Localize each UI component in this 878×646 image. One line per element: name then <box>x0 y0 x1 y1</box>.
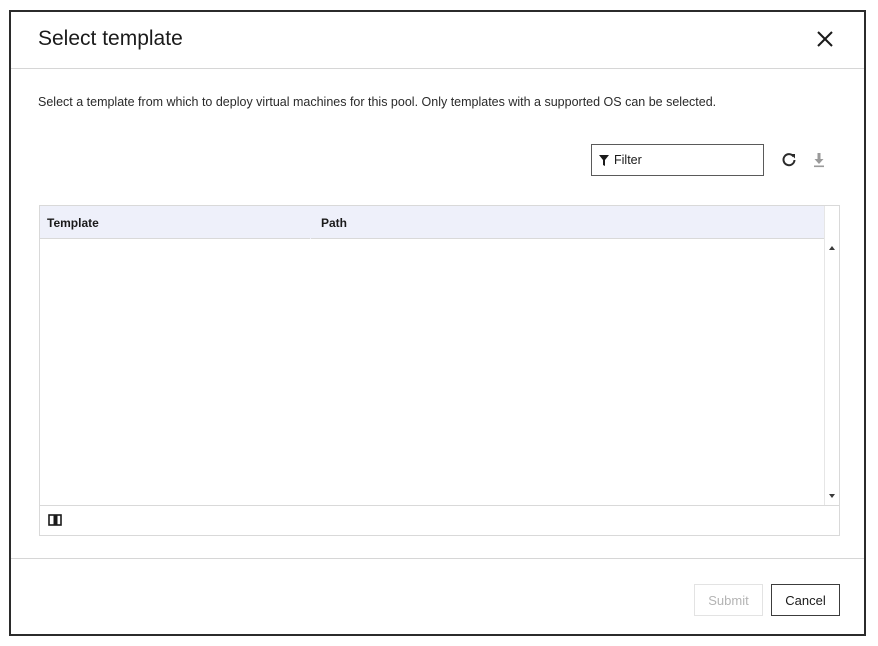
download-icon <box>814 153 824 168</box>
dialog-title: Select template <box>38 27 183 50</box>
export-button[interactable] <box>809 150 829 170</box>
grid-toolbar <box>11 144 864 178</box>
template-grid: Template Path <box>39 205 840 536</box>
close-icon <box>817 31 833 47</box>
grid-header: Template Path <box>40 206 824 239</box>
filter-icon <box>599 154 609 166</box>
refresh-button[interactable] <box>779 150 799 170</box>
grid-body <box>40 239 824 505</box>
filter-field[interactable] <box>591 144 764 176</box>
column-divider[interactable] <box>310 206 311 239</box>
dialog-header: Select template <box>11 12 864 69</box>
dialog-description: Select a template from which to deploy v… <box>38 95 717 109</box>
footer-divider <box>11 558 864 559</box>
scrollbar-corner <box>824 206 839 239</box>
select-template-dialog: Select template Select a template from w… <box>9 10 866 636</box>
scroll-up-arrow-icon[interactable] <box>829 246 835 250</box>
grid-footer <box>40 505 839 535</box>
refresh-icon <box>782 153 796 167</box>
vertical-scrollbar[interactable] <box>824 239 839 505</box>
filter-input[interactable] <box>614 153 754 167</box>
column-header-path[interactable]: Path <box>321 216 347 230</box>
scroll-down-arrow-icon[interactable] <box>829 494 835 498</box>
close-button[interactable] <box>812 26 838 52</box>
column-toggle-button[interactable] <box>48 514 62 526</box>
columns-icon <box>48 514 62 526</box>
cancel-button[interactable]: Cancel <box>771 584 840 616</box>
column-header-template[interactable]: Template <box>47 216 99 230</box>
submit-button[interactable]: Submit <box>694 584 763 616</box>
